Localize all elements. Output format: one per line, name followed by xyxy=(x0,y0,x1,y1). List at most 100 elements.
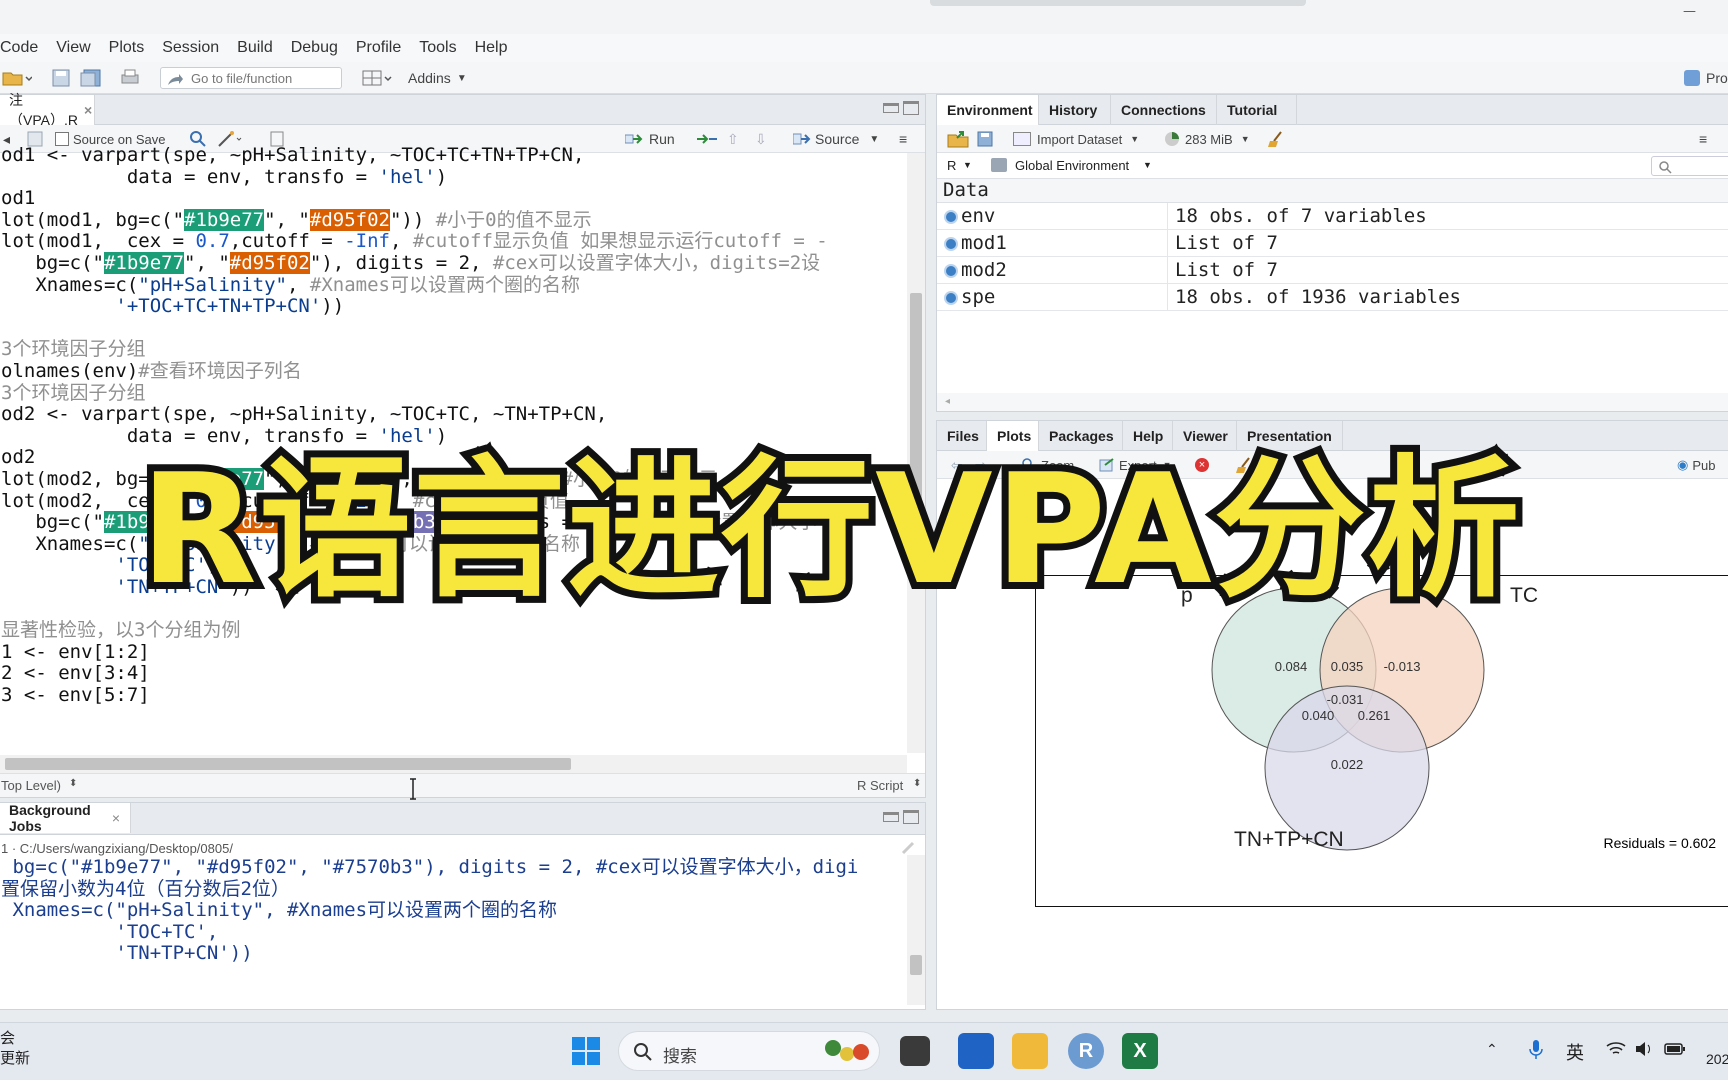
taskbar: 会 更新 搜索 R X ⌃ 英 202 xyxy=(0,1022,1728,1080)
code-line[interactable] xyxy=(1,318,907,340)
venn-diagram: 0.084 0.035 -0.013-0.0310.040 0.2610.022p TC… xyxy=(1181,584,1716,851)
code-line[interactable]: od2 <- varpart(spe, ~pH+Salinity, ~TOC+T… xyxy=(1,404,907,426)
console-vertical-scrollbar[interactable] xyxy=(907,855,925,1005)
code-line[interactable]: 3 <- env[5:7] xyxy=(1,684,907,707)
project-menu[interactable]: Pro xyxy=(1684,68,1728,88)
scope-selector[interactable]: Top Level) xyxy=(1,778,61,793)
tab-tutorial[interactable]: Tutorial xyxy=(1217,95,1297,125)
expand-icon[interactable] xyxy=(944,264,958,278)
code-line[interactable]: 显著性检验，以3个分组为例 xyxy=(1,619,907,642)
minimize-pane-icon[interactable] xyxy=(883,812,899,822)
console-scroll-thumb[interactable] xyxy=(910,955,922,975)
env-row-name: mod2 xyxy=(961,259,1007,281)
code-line[interactable]: lot(mod1, bg=c("#1b9e77", "#d95f02")) #小… xyxy=(1,208,907,232)
ime-indicator[interactable]: 英 xyxy=(1566,1039,1584,1065)
broom-icon[interactable] xyxy=(899,839,921,855)
microphone-icon[interactable] xyxy=(1528,1039,1544,1064)
background-jobs-tab[interactable]: Background Jobs × xyxy=(0,802,131,834)
taskbar-search-input[interactable]: 搜索 xyxy=(618,1031,880,1071)
code-line[interactable]: Xnames=c("pH+Salinity", #Xnames可以设置两个圈的名… xyxy=(1,274,907,297)
env-row[interactable]: mod1 List of 7 xyxy=(937,230,1728,257)
code-line[interactable]: od1 <- varpart(spe, ~pH+Salinity, ~TOC+T… xyxy=(1,145,907,167)
expand-icon[interactable] xyxy=(944,210,958,224)
tab-connections[interactable]: Connections xyxy=(1111,95,1217,125)
code-line[interactable]: 2 <- env[3:4] xyxy=(1,663,907,685)
code-line[interactable]: od1 xyxy=(1,188,907,210)
minimize-pane-icon[interactable] xyxy=(883,103,899,113)
rstudio-window: — Code View Plots Session Build Debug Pr… xyxy=(0,0,1728,1080)
console-line: bg=c("#1b9e77", "#d95f02", "#7570b3"), d… xyxy=(1,857,859,878)
scope-selector[interactable]: Global Environment xyxy=(1015,158,1129,173)
code-line[interactable]: '+TOC+TC+TN+TP+CN')) xyxy=(1,295,907,318)
close-icon[interactable]: × xyxy=(84,102,92,118)
chevron-down-icon: ▼ xyxy=(963,160,972,170)
environment-search-input[interactable] xyxy=(1651,156,1728,176)
list-view-icon[interactable]: ≡ xyxy=(1699,129,1707,149)
env-row[interactable]: spe 18 obs. of 1936 variables xyxy=(937,284,1728,311)
rstudio-icon[interactable]: R xyxy=(1068,1033,1104,1069)
env-row[interactable]: env 18 obs. of 7 variables xyxy=(937,203,1728,230)
maximize-pane-icon[interactable] xyxy=(903,810,919,824)
menu-tools[interactable]: Tools xyxy=(419,39,466,57)
checkbox-icon xyxy=(55,132,69,146)
menu-help[interactable]: Help xyxy=(475,39,518,57)
broom-icon[interactable] xyxy=(1267,129,1287,149)
addins-menu[interactable]: Addins ▼ xyxy=(408,68,467,88)
memory-label: 283 MiB xyxy=(1185,131,1233,147)
wifi-icon[interactable] xyxy=(1606,1041,1626,1060)
code-line[interactable]: 1 <- env[1:2] xyxy=(1,641,907,664)
code-line[interactable]: bg=c("#1b9e77", "#d95f02"), digits = 2, … xyxy=(1,251,907,275)
menu-code[interactable]: Code xyxy=(0,39,48,57)
editor-horizontal-scrollbar[interactable] xyxy=(0,755,907,773)
video-overlay-title: R语言进行VPA分析 xyxy=(133,434,1527,625)
file-type-selector[interactable]: R Script xyxy=(857,778,903,793)
code-line[interactable]: data = env, transfo = 'hel') xyxy=(1,166,907,189)
editor-hscroll-thumb[interactable] xyxy=(5,758,571,770)
expand-icon[interactable] xyxy=(944,291,958,305)
env-row[interactable]: mod2 List of 7 xyxy=(937,257,1728,284)
tab-history[interactable]: History xyxy=(1039,95,1111,125)
print-icon[interactable] xyxy=(120,68,140,88)
clock[interactable]: 202 xyxy=(1706,1051,1728,1067)
menu-debug[interactable]: Debug xyxy=(291,39,348,57)
memory-usage-menu[interactable]: 283 MiB ▼ xyxy=(1165,129,1250,149)
grid-layout-icon[interactable] xyxy=(362,68,392,88)
windows-start-icon[interactable] xyxy=(568,1033,604,1069)
open-file-icon[interactable] xyxy=(2,68,32,88)
code-line[interactable]: 3个环境因子分组 xyxy=(1,382,907,405)
environment-hscrollbar[interactable]: ◂ xyxy=(937,393,1728,411)
save-icon[interactable] xyxy=(52,68,70,88)
publish-icon: ◉ xyxy=(1677,457,1689,472)
maximize-pane-icon[interactable] xyxy=(903,101,919,115)
load-workspace-icon[interactable] xyxy=(947,129,969,149)
store-icon[interactable] xyxy=(958,1033,994,1069)
task-view-icon[interactable] xyxy=(900,1036,930,1066)
save-workspace-icon[interactable] xyxy=(977,129,993,149)
tab-environment[interactable]: Environment xyxy=(937,95,1039,125)
save-all-icon[interactable] xyxy=(80,68,102,88)
console-pane: Background Jobs × 1 · C:/Users/wangzixia… xyxy=(0,802,926,1010)
close-icon[interactable]: × xyxy=(112,810,120,826)
console-output[interactable]: bg=c("#1b9e77", "#d95f02", "#7570b3"), d… xyxy=(1,857,899,1007)
expand-icon[interactable] xyxy=(944,237,958,251)
battery-icon[interactable] xyxy=(1664,1042,1686,1059)
taskbar-left-notice[interactable]: 会 更新 xyxy=(0,1029,30,1069)
import-dataset-menu[interactable]: Import Dataset ▼ xyxy=(1013,129,1139,149)
chevron-up-icon[interactable]: ⌃ xyxy=(1486,1041,1498,1058)
menu-view[interactable]: View xyxy=(56,39,100,57)
language-selector[interactable]: R xyxy=(947,158,956,173)
publish-button[interactable]: ◉ Pub xyxy=(1677,455,1715,475)
code-line[interactable]: lot(mod1, cex = 0.7,cutoff = -Inf, #cuto… xyxy=(1,231,907,253)
menu-session[interactable]: Session xyxy=(162,39,229,57)
menu-plots[interactable]: Plots xyxy=(109,39,155,57)
goto-file-input[interactable]: Go to file/function xyxy=(160,67,342,89)
code-line[interactable]: 3个环境因子分组 xyxy=(1,339,907,361)
menu-profile[interactable]: Profile xyxy=(356,39,411,57)
code-line[interactable]: olnames(env)#查看环境因子列名 xyxy=(1,360,907,383)
editor-tab[interactable]: 注（VPA）.R × xyxy=(0,92,95,128)
volume-icon[interactable] xyxy=(1634,1041,1654,1060)
file-explorer-icon[interactable] xyxy=(1012,1033,1048,1069)
minimize-icon[interactable]: — xyxy=(1683,4,1696,19)
menu-build[interactable]: Build xyxy=(237,39,283,57)
excel-icon[interactable]: X xyxy=(1122,1033,1158,1069)
